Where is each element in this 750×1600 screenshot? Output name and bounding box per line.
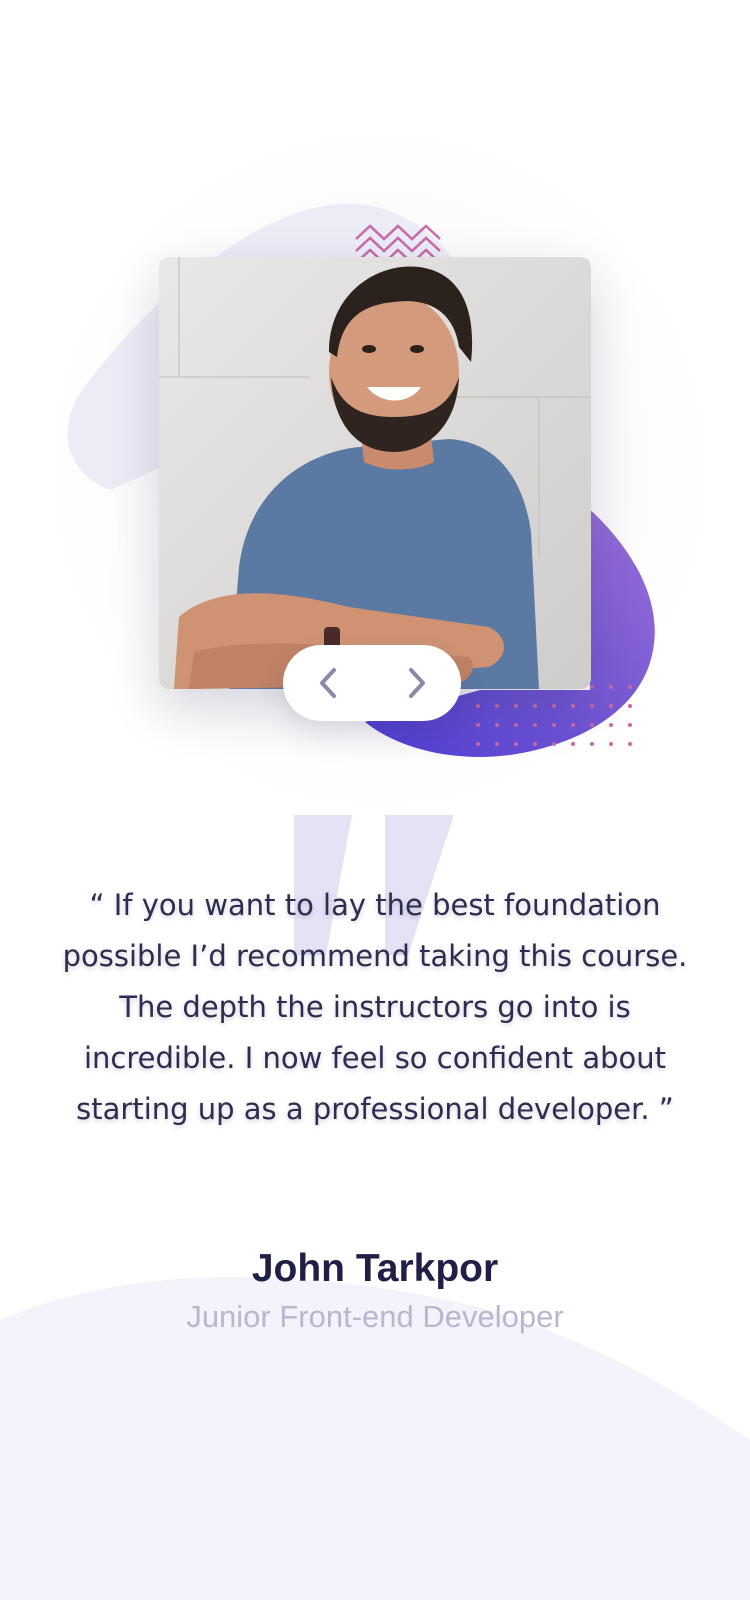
testimonial-nav — [283, 645, 461, 721]
chevron-left-icon — [319, 668, 336, 698]
author-name: John Tarkpor — [251, 1247, 499, 1290]
testimonial-page: “ If you want to lay the best foundation… — [0, 0, 750, 1600]
previous-button[interactable] — [283, 645, 372, 721]
author-role: Junior Front-end Developer — [186, 1299, 564, 1334]
author-photo — [159, 257, 591, 689]
testimonial-quote: “ If you want to lay the best foundation… — [62, 888, 688, 1126]
dot-grid — [474, 684, 634, 754]
next-button[interactable] — [372, 645, 461, 721]
chevron-right-icon — [408, 668, 425, 698]
